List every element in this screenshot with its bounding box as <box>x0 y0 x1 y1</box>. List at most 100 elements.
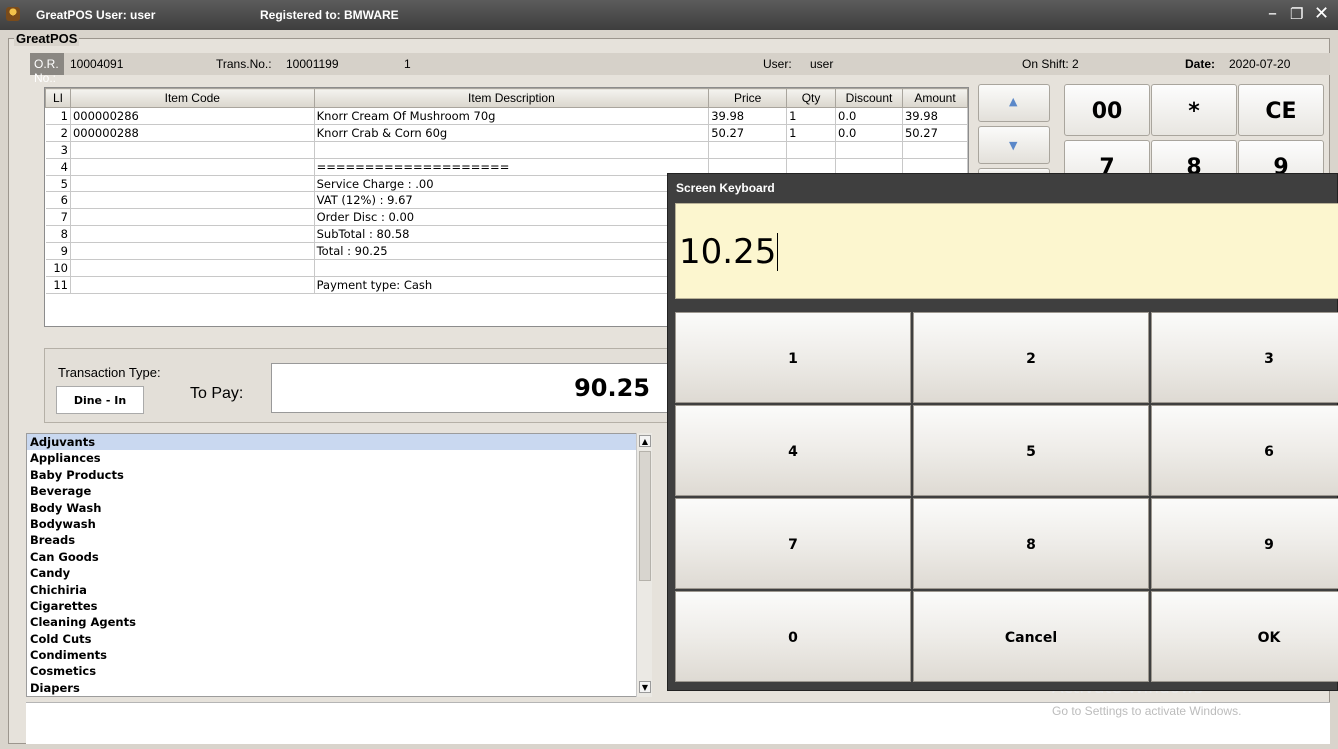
keyboard-key-2[interactable]: 2 <box>913 312 1149 403</box>
category-item[interactable]: Condiments <box>27 647 651 663</box>
column-header[interactable]: LI <box>45 88 71 108</box>
dine-in-button[interactable]: Dine - In <box>56 386 144 414</box>
scroll-down-icon[interactable]: ▼ <box>639 681 651 693</box>
minimize-icon[interactable]: – <box>1268 4 1277 24</box>
table-row[interactable]: 2 000000288 Knorr Crab & Corn 60g 50.27 1 0.0… <box>45 124 969 142</box>
scroll-down-button[interactable]: ▼ <box>978 126 1050 164</box>
keyboard-key-6[interactable]: 6 <box>1151 405 1338 496</box>
cell-price: 39.98 <box>708 107 788 125</box>
category-item[interactable]: Breads <box>27 532 651 548</box>
cell-ln: 2 <box>45 124 71 142</box>
registered-to: Registered to: BMWARE <box>260 8 399 22</box>
cell-qty: 1 <box>786 124 837 142</box>
down-arrow-icon: ▼ <box>1009 139 1018 152</box>
close-icon[interactable]: ✕ <box>1314 4 1329 24</box>
user-value: user <box>810 57 834 71</box>
cell-ln: 6 <box>45 191 71 210</box>
keyboard-key-8[interactable]: 8 <box>913 498 1149 589</box>
screen-keyboard-dialog: Screen Keyboard 10.25 1 2 3 4 5 6 7 8 9 0 Cancel OK <box>667 173 1338 691</box>
cell-ln: 1 <box>45 107 71 125</box>
category-item[interactable]: Bodywash <box>27 516 651 532</box>
cell-price <box>708 141 788 159</box>
or-number: 10004091 <box>70 57 124 71</box>
keyboard-key-3[interactable]: 3 <box>1151 312 1338 403</box>
cell-code <box>70 225 315 244</box>
keyboard-key-cancel[interactable]: Cancel <box>913 591 1149 682</box>
cell-ln: 9 <box>45 242 71 261</box>
keyboard-key-5[interactable]: 5 <box>913 405 1149 496</box>
cell-code <box>70 141 315 159</box>
cell-ln: 8 <box>45 225 71 244</box>
cell-desc: VAT (12%) : 9.67 <box>314 191 710 210</box>
keyboard-key-4[interactable]: 4 <box>675 405 911 496</box>
table-row[interactable]: 3 <box>45 141 969 159</box>
scroll-up-button[interactable]: ▲ <box>978 84 1050 122</box>
cell-ln: 7 <box>45 208 71 227</box>
column-header[interactable]: Item Code <box>69 88 315 108</box>
keyboard-key-9[interactable]: 9 <box>1151 498 1338 589</box>
column-header[interactable]: Discount <box>835 88 903 108</box>
cell-qty: 1 <box>786 107 837 125</box>
category-item[interactable]: Diapers <box>27 680 651 696</box>
column-header[interactable]: Item Description <box>313 88 710 108</box>
key-multiply[interactable]: * <box>1151 84 1237 136</box>
column-header[interactable]: Amount <box>901 88 969 108</box>
category-item[interactable]: Body Wash <box>27 500 651 516</box>
transaction-type-label: Transaction Type: <box>58 365 161 380</box>
trans-label: Trans.No.: <box>216 57 272 71</box>
keyboard-key-ok[interactable]: OK <box>1151 591 1338 682</box>
keyboard-key-7[interactable]: 7 <box>675 498 911 589</box>
table-row[interactable]: 1 000000286 Knorr Cream Of Mushroom 70g 39.… <box>45 107 969 125</box>
column-header[interactable]: Qty <box>786 88 837 108</box>
category-list[interactable]: Adjuvants Appliances Baby Products Beverage… <box>26 433 652 697</box>
scroll-up-icon[interactable]: ▲ <box>639 435 651 447</box>
cell-desc: ==================== <box>314 158 710 176</box>
cell-amount <box>902 141 969 159</box>
category-item[interactable]: Cold Cuts <box>27 631 651 647</box>
cell-price: 50.27 <box>708 124 788 142</box>
cell-ln: 10 <box>45 259 71 277</box>
category-item[interactable]: Adjuvants <box>27 434 651 451</box>
cell-desc: Knorr Crab & Corn 60g <box>314 124 710 142</box>
cell-code: 000000286 <box>70 107 315 125</box>
keyboard-input-display[interactable]: 10.25 <box>675 203 1338 299</box>
key-00[interactable]: 00 <box>1064 84 1150 136</box>
category-item[interactable]: Beverage <box>27 483 651 499</box>
column-header[interactable]: Price <box>708 88 788 108</box>
category-scrollbar[interactable]: ▲ ▼ <box>636 433 652 697</box>
maximize-icon[interactable]: ❐ <box>1290 4 1303 24</box>
cell-desc: Knorr Cream Of Mushroom 70g <box>314 107 710 125</box>
cell-code: 000000288 <box>70 124 315 142</box>
category-item[interactable]: Chichiria <box>27 582 651 598</box>
cell-disc: 0.0 <box>835 107 903 125</box>
category-item[interactable]: Candy <box>27 565 651 581</box>
cell-qty <box>786 141 837 159</box>
activate-windows-hint: Go to Settings to activate Windows. <box>1052 704 1242 718</box>
cell-ln: 11 <box>45 276 71 294</box>
category-item[interactable]: Can Goods <box>27 549 651 565</box>
trans-extra: 1 <box>404 57 411 71</box>
cell-disc: 0.0 <box>835 124 903 142</box>
category-item[interactable]: Appliances <box>27 450 651 466</box>
cell-desc: Payment type: Cash <box>314 276 710 294</box>
to-pay-label: To Pay: <box>190 385 244 402</box>
scrollbar-thumb[interactable] <box>639 451 651 581</box>
window-titlebar: GreatPOS User: user Registered to: BMWAR… <box>0 0 1338 30</box>
key-clear-entry[interactable]: CE <box>1238 84 1324 136</box>
trans-number: 10001199 <box>286 57 339 71</box>
category-item[interactable]: Cigarettes <box>27 598 651 614</box>
cell-code <box>70 208 315 227</box>
transaction-header: 10004091 Trans.No.: 10001199 1 User: use… <box>30 53 1330 75</box>
keyboard-key-1[interactable]: 1 <box>675 312 911 403</box>
cell-code <box>70 259 315 277</box>
app-icon <box>6 7 20 21</box>
cell-code <box>70 175 315 193</box>
category-item[interactable]: Cleaning Agents <box>27 614 651 630</box>
cell-code <box>70 191 315 210</box>
category-item[interactable]: Cosmetics <box>27 663 651 679</box>
table-header-row: LI Item Code Item Description Price Qty … <box>45 88 969 108</box>
cell-ln: 4 <box>45 158 71 176</box>
category-item[interactable]: Baby Products <box>27 467 651 483</box>
keyboard-key-0[interactable]: 0 <box>675 591 911 682</box>
cell-amount: 50.27 <box>902 124 969 142</box>
